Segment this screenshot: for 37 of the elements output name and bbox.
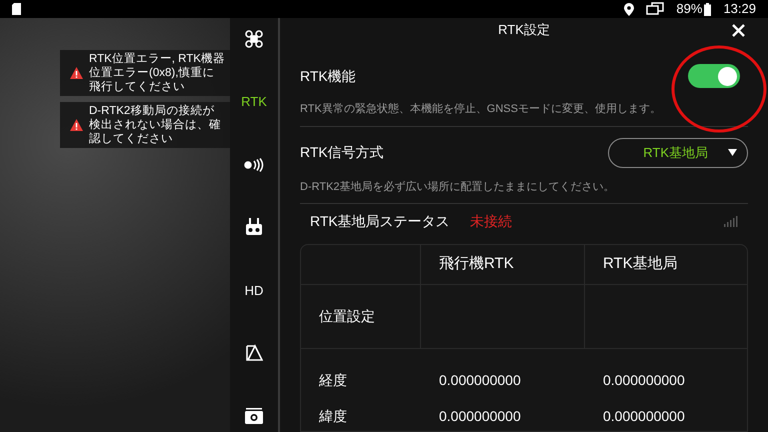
camera-icon [244, 408, 264, 424]
row-label: 位置設定 [319, 307, 375, 326]
table-cell-text: 0.000000000 [439, 370, 521, 390]
sd-card-icon [12, 3, 21, 15]
signal-bars-icon [724, 215, 738, 227]
location-pin-icon [624, 2, 634, 16]
map-icon [245, 344, 263, 362]
close-icon [732, 24, 744, 36]
column-header: 飛行機RTK [439, 254, 514, 274]
rtk-toggle[interactable] [688, 64, 740, 88]
setting-description: RTK異常の緊急状態、本機能を停止、GNSSモードに変更、使用します。 [300, 102, 662, 117]
warning-message: D-RTK2移動局の接続が検出されない場合は、確認してください [89, 104, 222, 146]
status-value: 未接続 [470, 212, 512, 230]
clock-time: 13:29 [723, 0, 756, 18]
status-label: RTK基地局ステータス [310, 212, 450, 230]
remote-controller-icon [245, 218, 263, 236]
sidebar-tab[interactable]: RTK [234, 86, 274, 118]
warning-icon [70, 67, 83, 79]
battery-percent: 89% [676, 0, 702, 18]
column-header: RTK基地局 [603, 254, 678, 274]
warning-icon [70, 119, 83, 131]
dropdown-caret-icon [728, 149, 737, 156]
signal-icon [243, 158, 265, 172]
drone-icon [244, 29, 264, 49]
sidebar-tab[interactable]: HD [234, 274, 274, 306]
table-cell-text: 0.000000000 [603, 406, 685, 426]
table-cell-text: 0.000000000 [439, 406, 521, 426]
signal-method-dropdown[interactable]: RTK基地局 [608, 138, 748, 168]
setting-note: D-RTK2基地局を必ず広い場所に配置したままにしてください。 [300, 180, 616, 194]
row-label: 経度 [319, 370, 347, 390]
battery-icon [704, 2, 712, 16]
table-cell-text: 0.000000000 [603, 370, 685, 390]
setting-label: RTK信号方式 [300, 143, 384, 162]
row-label: 緯度 [319, 406, 347, 426]
panel-title: RTK設定 [498, 21, 550, 40]
warning-message: RTK位置エラー, RTK機器位置エラー(0x8),慎重に飛行してください [89, 52, 226, 94]
setting-label: RTK機能 [300, 66, 356, 86]
